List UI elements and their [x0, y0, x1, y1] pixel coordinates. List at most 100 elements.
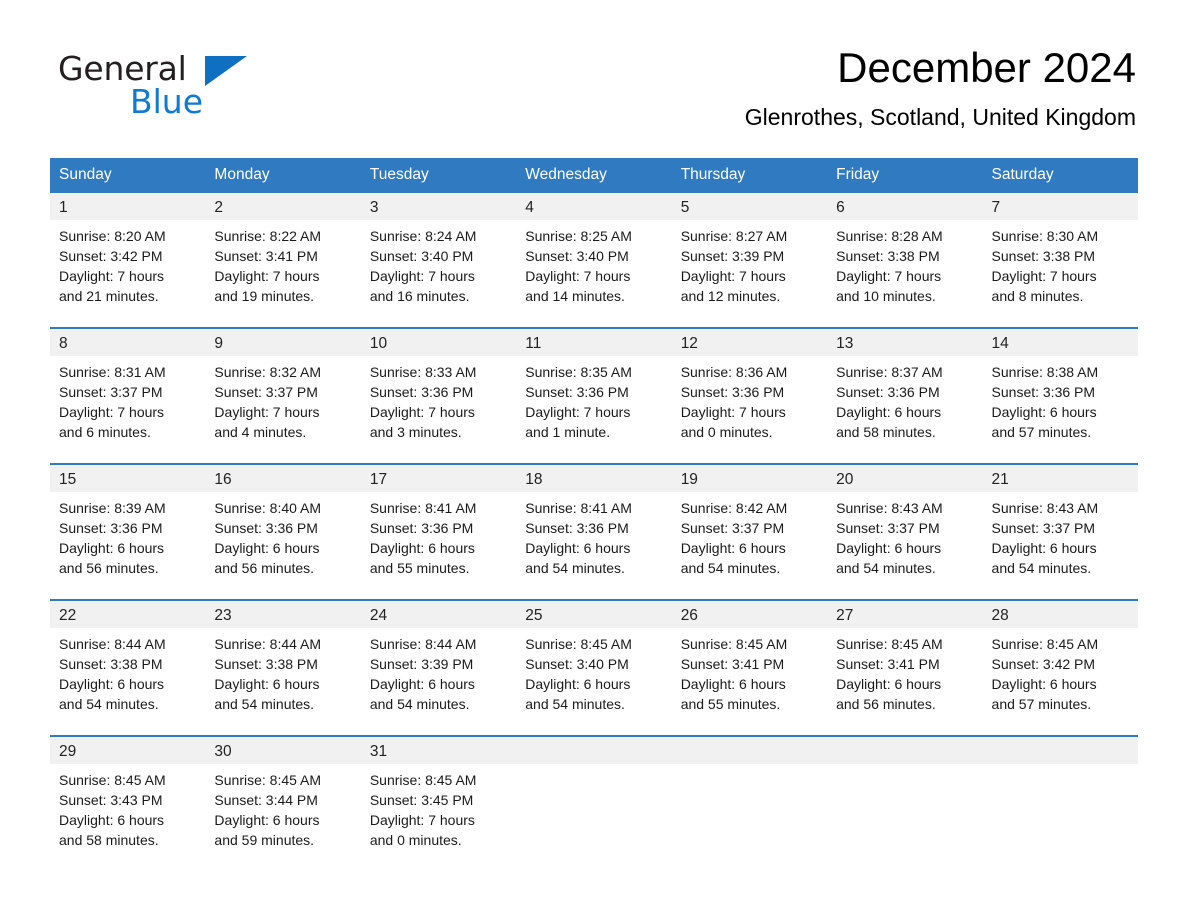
day-cell[interactable]: Sunrise: 8:44 AM Sunset: 3:38 PM Daylight:… [50, 628, 205, 735]
day-number[interactable]: 13 [827, 329, 982, 356]
sunset-text: Sunset: 3:40 PM [525, 656, 629, 672]
day-number[interactable]: 24 [361, 601, 516, 628]
day-cell[interactable]: Sunrise: 8:31 AM Sunset: 3:37 PM Daylight:… [50, 356, 205, 463]
day-cell[interactable]: Sunrise: 8:30 AM Sunset: 3:38 PM Daylight:… [983, 220, 1138, 327]
general-blue-logo: General Blue [58, 52, 358, 124]
day-number[interactable]: 14 [983, 329, 1138, 356]
day-cell[interactable]: Sunrise: 8:22 AM Sunset: 3:41 PM Daylight:… [205, 220, 360, 327]
day-cell[interactable]: Sunrise: 8:36 AM Sunset: 3:36 PM Daylight:… [672, 356, 827, 463]
day-number[interactable]: 4 [516, 193, 671, 220]
page-header: General Blue December 2024 Glenrothes, S… [0, 0, 1188, 130]
day-number[interactable]: 11 [516, 329, 671, 356]
sunrise-text: Sunrise: 8:45 AM [836, 636, 943, 652]
calendar-weeks: 1 2 3 4 5 6 7 Sunrise: 8:20 AM Sunset: 3:42 PM Da… [50, 193, 1138, 871]
day-cell[interactable]: Sunrise: 8:45 AM Sunset: 3:40 PM Daylight:… [516, 628, 671, 735]
day-cell[interactable]: Sunrise: 8:27 AM Sunset: 3:39 PM Daylight:… [672, 220, 827, 327]
weekday-header-thursday: Thursday [680, 166, 746, 183]
day-cell[interactable]: Sunrise: 8:40 AM Sunset: 3:36 PM Daylight:… [205, 492, 360, 599]
sunset-text: Sunset: 3:41 PM [680, 656, 785, 672]
sunrise-text: Sunrise: 8:20 AM [59, 228, 166, 244]
day-number[interactable]: 1 [50, 193, 205, 220]
sunrise-text: Sunrise: 8:45 AM [369, 772, 477, 788]
day-cell[interactable]: Sunrise: 8:24 AM Sunset: 3:40 PM Daylight:… [361, 220, 516, 327]
daylight-text-line1: Daylight: 6 hours [680, 540, 786, 556]
day-cell[interactable]: Sunrise: 8:45 AM Sunset: 3:45 PM Daylight:… [361, 764, 516, 871]
day-cell[interactable]: Sunrise: 8:44 AM Sunset: 3:39 PM Daylight:… [361, 628, 516, 735]
week-detail-band: Sunrise: 8:31 AM Sunset: 3:37 PM Daylight:… [50, 356, 1138, 463]
day-cell[interactable]: Sunrise: 8:28 AM Sunset: 3:38 PM Daylight:… [827, 220, 982, 327]
day-cell[interactable]: Sunrise: 8:42 AM Sunset: 3:37 PM Daylight:… [672, 492, 827, 599]
day-number[interactable]: 9 [205, 329, 360, 356]
day-number[interactable]: 10 [361, 329, 516, 356]
daylight-text-line1: Daylight: 7 hours [369, 812, 475, 828]
daylight-text-line2: and 3 minutes. [369, 424, 462, 440]
day-number[interactable]: 5 [672, 193, 827, 220]
day-cell[interactable]: Sunrise: 8:45 AM Sunset: 3:41 PM Daylight:… [827, 628, 982, 735]
sunrise-text: Sunrise: 8:36 AM [680, 364, 788, 380]
logo-triangle-icon [205, 56, 247, 86]
daylight-text-line2: and 54 minutes. [59, 696, 159, 712]
daylight-text-line2: and 8 minutes. [991, 288, 1084, 304]
day-number[interactable]: 3 [361, 193, 516, 220]
day-number[interactable]: 21 [983, 465, 1138, 492]
day-number[interactable]: 2 [205, 193, 360, 220]
day-number[interactable]: 17 [361, 465, 516, 492]
day-number[interactable]: 6 [827, 193, 982, 220]
day-number[interactable]: 8 [50, 329, 205, 356]
daylight-text-line2: and 0 minutes. [680, 424, 773, 440]
day-cell[interactable]: Sunrise: 8:20 AM Sunset: 3:42 PM Daylight:… [50, 220, 205, 327]
day-number[interactable]: 26 [672, 601, 827, 628]
day-number[interactable]: 28 [983, 601, 1138, 628]
day-cell[interactable]: Sunrise: 8:44 AM Sunset: 3:38 PM Daylight:… [205, 628, 360, 735]
day-number[interactable]: 7 [983, 193, 1138, 220]
day-cell[interactable]: Sunrise: 8:25 AM Sunset: 3:40 PM Daylight:… [516, 220, 671, 327]
day-number[interactable]: 27 [827, 601, 982, 628]
day-number[interactable]: 19 [672, 465, 827, 492]
day-cell[interactable]: Sunrise: 8:39 AM Sunset: 3:36 PM Daylight:… [50, 492, 205, 599]
sunrise-text: Sunrise: 8:41 AM [369, 500, 477, 516]
day-number[interactable]: 16 [205, 465, 360, 492]
sunrise-text: Sunrise: 8:22 AM [214, 228, 322, 244]
sunset-text: Sunset: 3:41 PM [214, 248, 318, 264]
day-cell[interactable]: Sunrise: 8:37 AM Sunset: 3:36 PM Daylight:… [827, 356, 982, 463]
day-cell[interactable]: Sunrise: 8:41 AM Sunset: 3:36 PM Daylight:… [516, 492, 671, 599]
day-cell[interactable]: Sunrise: 8:35 AM Sunset: 3:36 PM Daylight:… [516, 356, 671, 463]
day-cell[interactable]: Sunrise: 8:45 AM Sunset: 3:42 PM Daylight:… [983, 628, 1138, 735]
day-cell[interactable]: Sunrise: 8:45 AM Sunset: 3:44 PM Daylight:… [205, 764, 360, 871]
calendar-page: General Blue December 2024 Glenrothes, S… [0, 0, 1188, 918]
title-block: December 2024 Glenrothes, Scotland, Unit… [436, 45, 1136, 131]
daylight-text-line1: Daylight: 6 hours [214, 540, 320, 556]
day-cell[interactable]: Sunrise: 8:43 AM Sunset: 3:37 PM Daylight:… [827, 492, 982, 599]
day-cell[interactable]: Sunrise: 8:43 AM Sunset: 3:37 PM Daylight:… [983, 492, 1138, 599]
day-cell[interactable]: Sunrise: 8:41 AM Sunset: 3:36 PM Daylight:… [361, 492, 516, 599]
week-detail-band: Sunrise: 8:39 AM Sunset: 3:36 PM Daylight:… [50, 492, 1138, 599]
day-number[interactable]: 31 [361, 737, 516, 764]
sunset-text: Sunset: 3:36 PM [525, 520, 629, 536]
week-detail-band: Sunrise: 8:20 AM Sunset: 3:42 PM Daylight:… [50, 220, 1138, 327]
daylight-text-line1: Daylight: 7 hours [369, 404, 475, 420]
sunrise-text: Sunrise: 8:32 AM [214, 364, 322, 380]
day-cell[interactable]: Sunrise: 8:32 AM Sunset: 3:37 PM Daylight:… [205, 356, 360, 463]
day-number[interactable]: 20 [827, 465, 982, 492]
day-number[interactable]: 18 [516, 465, 671, 492]
day-cell[interactable]: Sunrise: 8:33 AM Sunset: 3:36 PM Daylight:… [361, 356, 516, 463]
day-cell[interactable]: Sunrise: 8:38 AM Sunset: 3:36 PM Daylight:… [983, 356, 1138, 463]
sunset-text: Sunset: 3:36 PM [525, 384, 629, 400]
daylight-text-line1: Daylight: 6 hours [991, 404, 1097, 420]
day-number[interactable]: 22 [50, 601, 205, 628]
daylight-text-line2: and 1 minute. [525, 424, 611, 440]
day-number[interactable]: 29 [50, 737, 205, 764]
day-number[interactable]: 12 [672, 329, 827, 356]
day-cell[interactable]: Sunrise: 8:45 AM Sunset: 3:43 PM Daylight:… [50, 764, 205, 871]
day-number[interactable]: 30 [205, 737, 360, 764]
day-cell[interactable]: Sunrise: 8:45 AM Sunset: 3:41 PM Daylight:… [672, 628, 827, 735]
daylight-text-line2: and 19 minutes. [214, 288, 315, 304]
day-number[interactable]: 23 [205, 601, 360, 628]
day-number[interactable]: 15 [50, 465, 205, 492]
sunset-text: Sunset: 3:37 PM [680, 520, 785, 536]
sunset-text: Sunset: 3:36 PM [59, 520, 163, 536]
location-subtitle: Glenrothes, Scotland, United Kingdom [744, 104, 1136, 131]
day-number[interactable]: 25 [516, 601, 671, 628]
sunrise-text: Sunrise: 8:40 AM [214, 500, 322, 516]
sunset-text: Sunset: 3:38 PM [991, 248, 1096, 264]
